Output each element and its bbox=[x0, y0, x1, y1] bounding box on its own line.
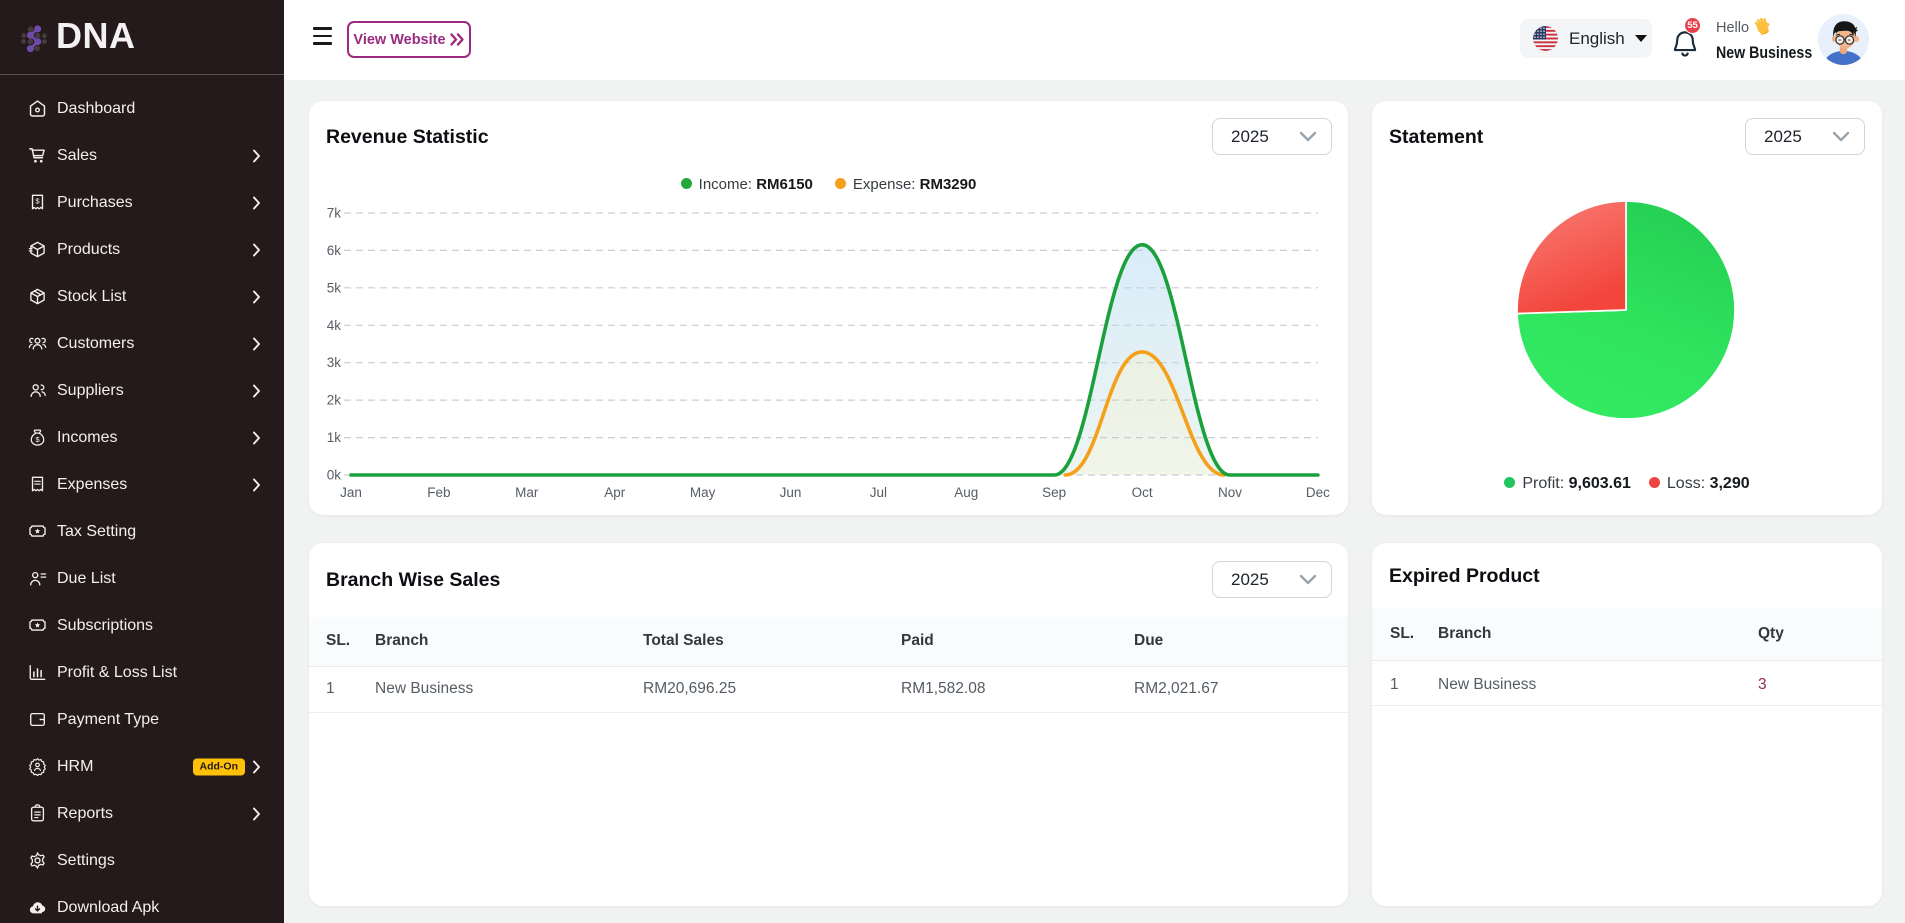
svg-text:Nov: Nov bbox=[1218, 485, 1242, 500]
svg-text:1k: 1k bbox=[327, 430, 342, 445]
svg-text:Jul: Jul bbox=[870, 485, 887, 500]
svg-text:5k: 5k bbox=[327, 280, 342, 295]
svg-text:3k: 3k bbox=[327, 355, 342, 370]
svg-text:4k: 4k bbox=[327, 318, 342, 333]
svg-text:$: $ bbox=[35, 196, 40, 205]
svg-text:Oct: Oct bbox=[1132, 485, 1153, 500]
svg-text:$: $ bbox=[35, 435, 40, 444]
svg-text:Sep: Sep bbox=[1042, 485, 1066, 500]
svg-text:2k: 2k bbox=[327, 393, 342, 408]
svg-text:May: May bbox=[690, 485, 716, 500]
svg-text:Jun: Jun bbox=[780, 485, 802, 500]
svg-text:Apr: Apr bbox=[604, 485, 626, 500]
svg-text:Feb: Feb bbox=[427, 485, 450, 500]
svg-text:Jan: Jan bbox=[340, 485, 362, 500]
svg-text:6k: 6k bbox=[327, 243, 342, 258]
svg-text:7k: 7k bbox=[327, 206, 342, 221]
svg-text:Aug: Aug bbox=[954, 485, 978, 500]
svg-text:Dec: Dec bbox=[1306, 485, 1330, 500]
svg-text:Mar: Mar bbox=[515, 485, 539, 500]
svg-text:0k: 0k bbox=[327, 468, 342, 483]
